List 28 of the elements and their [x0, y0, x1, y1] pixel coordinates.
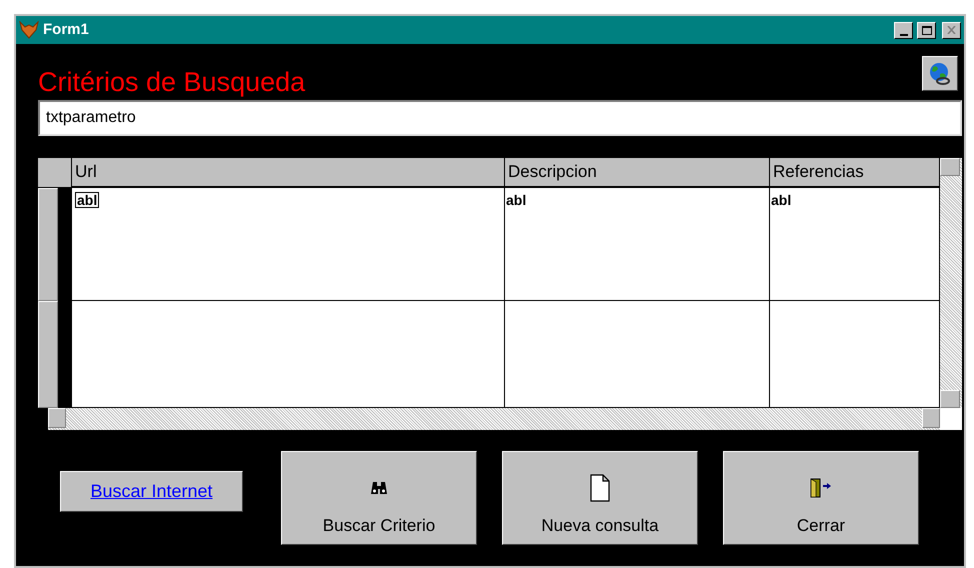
minimize-button[interactable]: [894, 22, 913, 38]
search-field[interactable]: txtparametro: [38, 100, 962, 136]
globe-button[interactable]: [922, 56, 958, 91]
form-heading: Critérios de Busqueda: [38, 66, 306, 98]
binoculars-icon: [370, 481, 388, 495]
textbox-marker: abl: [771, 193, 792, 207]
globe-icon: [928, 62, 952, 86]
textbox-marker: abl: [75, 192, 100, 208]
horizontal-scrollbar[interactable]: [48, 408, 940, 430]
scrollbar-corner: [940, 408, 962, 430]
column-header[interactable]: Descripcion: [505, 158, 770, 187]
toolbar-button[interactable]: Cerrar: [723, 451, 919, 545]
close-button[interactable]: [942, 22, 961, 38]
maximize-button[interactable]: [917, 22, 936, 38]
search-internet-link[interactable]: Buscar Internet: [60, 471, 243, 512]
toolbar-button[interactable]: Buscar Criterio: [281, 451, 477, 545]
door-icon: [810, 478, 832, 498]
toolbar-button[interactable]: Nueva consulta: [502, 451, 698, 545]
fox-icon: [19, 21, 39, 39]
vertical-scrollbar[interactable]: [940, 158, 962, 408]
close-icon: [947, 26, 956, 34]
row-selector[interactable]: [38, 301, 58, 408]
textbox-marker: abl: [506, 193, 526, 207]
column-header[interactable]: Url: [72, 158, 505, 187]
row-selector[interactable]: [38, 188, 58, 301]
page-icon: [590, 474, 610, 502]
column-header[interactable]: Referencias: [770, 158, 940, 187]
window-title: Form1: [43, 20, 90, 40]
